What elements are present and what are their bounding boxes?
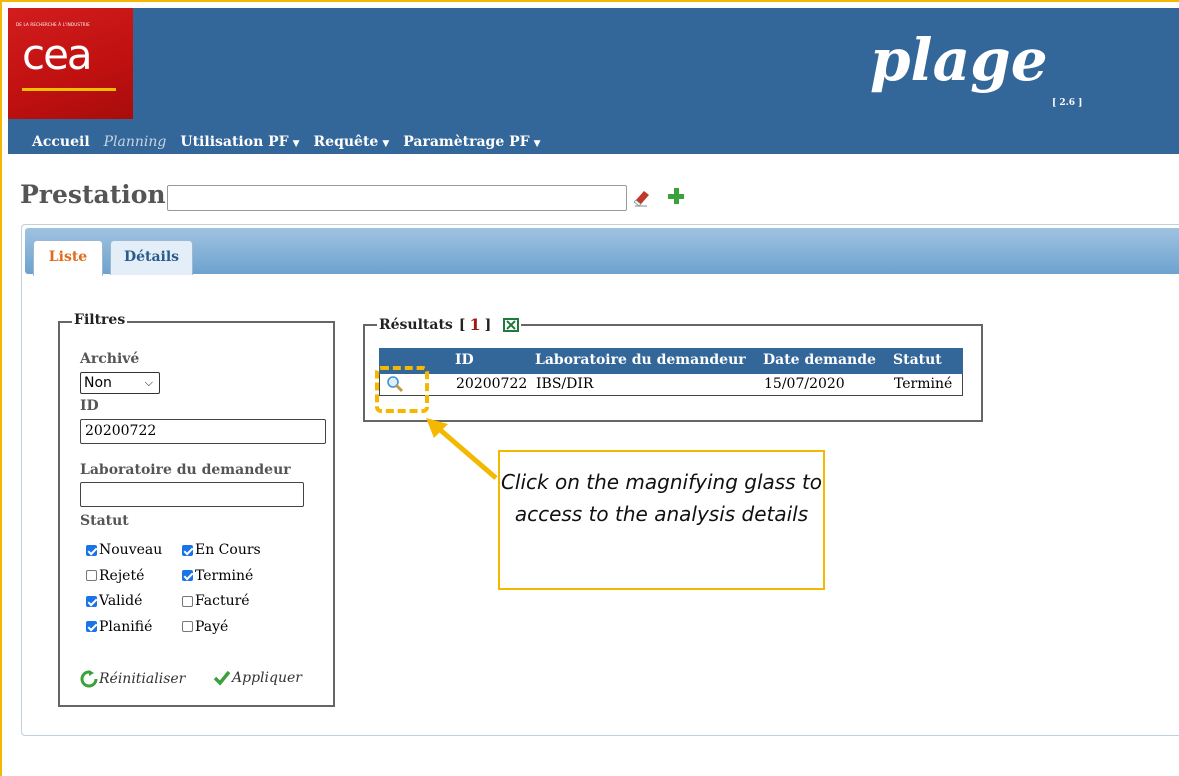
excel-export-icon[interactable] [503, 317, 520, 332]
col-laboratoire[interactable]: Laboratoire du demandeur [535, 352, 746, 368]
reset-button[interactable]: Réinitialiser [80, 670, 185, 688]
col-id[interactable]: ID [455, 352, 474, 368]
logo-tagline: DE LA RECHERCHE À L'INDUSTRIE [16, 22, 90, 27]
cell-laboratoire: IBS/DIR [536, 376, 594, 392]
filters-legend: Filtres [72, 312, 128, 328]
chevron-down-icon: ▼ [292, 139, 300, 149]
tab-details[interactable]: Détails [110, 240, 193, 275]
reset-label: Réinitialiser [99, 671, 186, 687]
checkbox-box[interactable] [182, 544, 193, 556]
page-title: Prestation [20, 180, 166, 209]
checkbox-box[interactable] [182, 595, 193, 607]
main-nav: Accueil Planning Utilisation PF ▼ Requête… [32, 132, 555, 152]
status-checkbox[interactable]: Validé [86, 593, 142, 609]
nav-requete[interactable]: Requête ▼ [314, 134, 390, 150]
chevron-down-icon: ▼ [533, 139, 541, 149]
archive-select[interactable]: Non ⌵ [80, 372, 160, 394]
checkbox-box[interactable] [86, 621, 97, 632]
chevron-down-icon: ▼ [382, 139, 390, 149]
highlight-box [375, 366, 429, 413]
tab-bar: Liste Détails [25, 228, 1179, 276]
checkbox-label: En Cours [195, 542, 261, 558]
annotation-arrow [426, 418, 498, 480]
nav-accueil[interactable]: Accueil [32, 134, 90, 150]
cell-date: 15/07/2020 [764, 376, 845, 392]
checkbox-box[interactable] [86, 595, 97, 607]
checkbox-box[interactable] [182, 570, 193, 581]
col-statut[interactable]: Statut [893, 352, 942, 368]
cea-logo[interactable]: DE LA RECHERCHE À L'INDUSTRIE cea [8, 8, 133, 119]
app-version: [ 2.6 ] [1052, 98, 1083, 108]
id-input[interactable]: 20200722 [80, 419, 326, 444]
table-row[interactable]: 20200722 IBS/DIR 15/07/2020 Terminé [379, 374, 963, 396]
nav-parametrage-pf[interactable]: Paramètrage PF ▼ [403, 134, 540, 150]
archive-select-value: Non [84, 375, 112, 391]
status-checkbox[interactable]: En Cours [182, 542, 261, 558]
lab-input[interactable] [80, 482, 304, 507]
status-checkbox[interactable]: Rejeté [86, 568, 144, 584]
status-checkbox[interactable]: Planifié [86, 619, 152, 635]
results-legend: Résultats [ 1 ] [377, 315, 522, 334]
checkbox-label: Validé [99, 593, 143, 609]
checkbox-label: Payé [195, 618, 229, 635]
cell-statut: Terminé [894, 376, 953, 392]
nav-utilisation-label: Utilisation PF [180, 134, 289, 150]
results-bracket-close: ] [484, 316, 492, 333]
results-count: 1 [469, 315, 481, 334]
filters-fieldset: Filtres Archivé Non ⌵ ID 20200722 Labora… [58, 312, 335, 707]
col-date-demande[interactable]: Date demande [763, 352, 876, 368]
checkbox-label: Facturé [195, 593, 250, 609]
checkmark-icon [213, 670, 231, 686]
checkbox-label: Planifié [99, 618, 153, 635]
status-checkbox[interactable]: Terminé [182, 568, 253, 584]
app-header: DE LA RECHERCHE À L'INDUSTRIE cea plage … [8, 8, 1179, 154]
add-icon[interactable] [666, 186, 686, 206]
checkbox-box[interactable] [86, 544, 97, 556]
apply-label: Appliquer [232, 670, 302, 686]
checkbox-box[interactable] [182, 621, 193, 632]
id-label: ID [80, 398, 99, 414]
chevron-down-icon: ⌵ [144, 376, 153, 389]
status-checkbox[interactable]: Facturé [182, 593, 250, 609]
app-name: plage [870, 26, 1048, 94]
checkbox-label: Rejeté [99, 567, 145, 584]
status-checkbox[interactable]: Payé [182, 619, 228, 635]
prestation-search-input[interactable] [167, 185, 627, 211]
archive-label: Archivé [80, 351, 140, 367]
results-legend-label: Résultats [379, 316, 453, 333]
results-table-header: ID Laboratoire du demandeur Date demande… [379, 348, 963, 374]
refresh-icon [80, 670, 98, 688]
nav-requete-label: Requête [313, 134, 379, 150]
cell-id: 20200722 [456, 376, 528, 392]
annotation-callout: Click on the magnifying glass to access … [498, 450, 825, 590]
logo-underline [22, 88, 116, 91]
lab-label: Laboratoire du demandeur [80, 462, 291, 478]
eraser-icon[interactable] [633, 187, 651, 207]
checkbox-label: Terminé [195, 567, 254, 584]
nav-utilisation-pf[interactable]: Utilisation PF ▼ [180, 134, 299, 150]
nav-planning[interactable]: Planning [104, 134, 167, 150]
logo-text: cea [22, 30, 93, 79]
results-fieldset: Résultats [ 1 ] ID Laboratoire du demand… [363, 315, 983, 422]
nav-parametrage-label: Paramètrage PF [403, 134, 530, 150]
results-bracket-open: [ [458, 316, 466, 333]
checkbox-label: Nouveau [99, 542, 163, 558]
checkbox-box[interactable] [86, 570, 97, 581]
statut-label: Statut [80, 513, 129, 529]
apply-button[interactable]: Appliquer [213, 670, 302, 686]
status-checkbox[interactable]: Nouveau [86, 542, 162, 558]
tab-liste[interactable]: Liste [33, 240, 103, 276]
